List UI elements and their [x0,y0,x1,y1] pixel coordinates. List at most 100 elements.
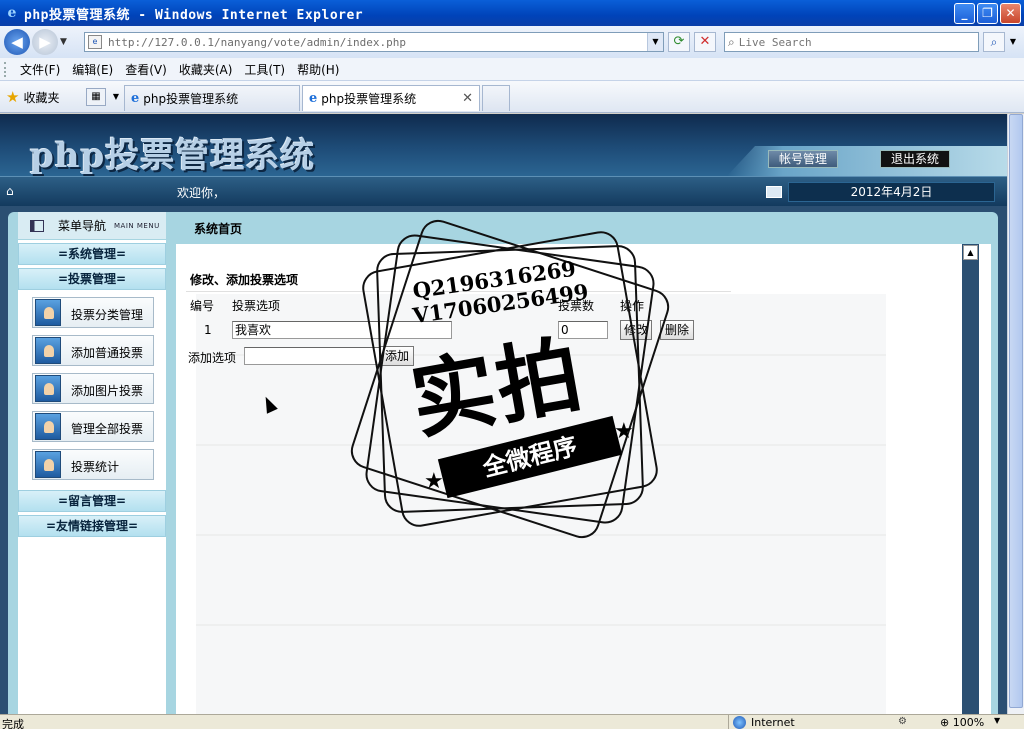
menu-edit[interactable]: 编辑(E) [72,61,113,78]
computer-icon [766,186,782,198]
scroll-up-icon[interactable]: ▲ [963,245,978,260]
close-tab-icon[interactable]: ✕ [462,91,473,106]
close-button[interactable]: ✕ [1000,3,1021,24]
vote-options-form: 修改、添加投票选项 编号 投票选项 投票数 操作 1 我喜欢 0 修改 删除 添… [186,268,731,370]
user-icon [35,375,61,402]
add-option-row: 添加选项 添加 [186,344,731,370]
sidebar-group-system[interactable]: =系统管理= [18,243,166,265]
option-input[interactable]: 我喜欢 [232,321,452,339]
favorites-label: 收藏夹 [23,90,60,105]
logout-button[interactable]: 退出系统 [880,150,950,168]
address-toolbar: ◀ ▶ ▼ e http://127.0.0.1/nanyang/vote/ad… [0,26,1024,58]
page-scrollbar[interactable] [1007,114,1024,714]
sidebar-group-messages[interactable]: =留言管理= [18,490,166,512]
delete-button[interactable]: 删除 [660,320,694,340]
menu-file[interactable]: 文件(F) [20,61,60,78]
welcome-bar: ⌂ 欢迎你， 2012年4月2日 [0,176,1007,206]
back-button[interactable]: ◀ [4,29,30,55]
toolbar-grip [4,61,8,77]
protected-mode-icon[interactable]: ⚙ [898,716,907,727]
address-url[interactable]: http://127.0.0.1/nanyang/vote/admin/inde… [108,36,406,49]
status-bar: 完成 Internet ⚙ ⊕ 100% ▼ [0,714,1024,729]
tab-list-dropdown-icon[interactable]: ▼ [110,88,122,106]
search-button[interactable]: ⌕ [983,32,1005,52]
tab-1-label: php投票管理系统 [143,92,239,106]
sidebar-item-add-vote[interactable]: 添加普通投票 [32,335,154,366]
app-header: php投票管理系统 帐号管理 退出系统 [0,114,1007,176]
sidebar-title: 菜单导航 [58,219,107,233]
sidebar-item-label: 投票分类管理 [71,308,144,322]
history-dropdown-icon[interactable]: ▼ [60,37,72,47]
user-icon [35,337,61,364]
favorites-button[interactable]: ★ 收藏夹 [6,88,59,106]
column-action: 操作 [620,299,645,313]
user-icon [35,299,61,326]
add-option-label: 添加选项 [188,351,237,365]
inner-scrollbar[interactable]: ▲ [962,244,979,714]
scrollbar-thumb[interactable] [1009,114,1023,708]
minimize-button[interactable]: _ [954,3,975,24]
sidebar-item-vote-stats[interactable]: 投票统计 [32,449,154,480]
zoom-level[interactable]: ⊕ 100% [940,716,984,729]
sidebar-item-label: 添加普通投票 [71,346,144,360]
forward-button[interactable]: ▶ [32,29,58,55]
search-input[interactable] [738,35,959,49]
zoom-value: 100% [952,716,985,729]
table-header-row: 编号 投票选项 投票数 操作 [186,292,731,318]
favorites-star-icon: ★ [6,88,20,106]
user-icon [35,451,61,478]
row-id: 1 [204,323,212,337]
home-icon[interactable]: ⌂ [6,185,20,197]
main-content: 系统首页 ▲ 修改、添加投票选项 编号 投票选项 投票数 操作 1 我喜欢 0 … [176,212,998,714]
window-title: php投票管理系统 - Windows Internet Explorer [24,7,364,23]
address-field[interactable]: e http://127.0.0.1/nanyang/vote/admin/in… [84,32,664,52]
form-heading: 修改、添加投票选项 [186,268,731,292]
add-option-input[interactable] [244,347,380,365]
column-id: 编号 [190,299,215,313]
sidebar-item-add-image-vote[interactable]: 添加图片投票 [32,373,154,404]
menu-favorites[interactable]: 收藏夹(A) [179,61,233,78]
security-zone[interactable]: Internet [728,715,893,729]
account-management-button[interactable]: 帐号管理 [768,150,838,168]
menu-icon [30,219,44,232]
tab-2-active[interactable]: e php投票管理系统 ✕ [302,85,480,111]
new-tab-button[interactable] [482,85,510,111]
tab-bar: ★ 收藏夹 ▦ ▼ e php投票管理系统 e php投票管理系统 ✕ [0,81,1024,113]
content-frame: 菜单导航 MAIN MENU =系统管理= =投票管理= 投票分类管理 添加普通… [0,206,1007,714]
refresh-button[interactable]: ⟳ [668,32,690,52]
search-options-dropdown-icon[interactable]: ▼ [1006,32,1020,52]
menu-help[interactable]: 帮助(H) [297,61,339,78]
votes-input[interactable]: 0 [558,321,608,339]
welcome-text: 欢迎你， [177,186,226,200]
maximize-button[interactable]: ❐ [977,3,998,24]
sidebar-item-vote-category[interactable]: 投票分类管理 [32,297,154,328]
sidebar-group-links[interactable]: =友情链接管理= [18,515,166,537]
menu-view[interactable]: 查看(V) [125,61,167,78]
sidebar-subtitle: MAIN MENU [114,221,160,230]
address-dropdown-icon[interactable]: ▼ [647,33,663,51]
ie-page-icon: e [131,91,140,106]
current-date: 2012年4月2日 [788,182,995,202]
add-button[interactable]: 添加 [380,346,414,366]
quick-tabs-icon[interactable]: ▦ [86,88,106,106]
page-icon: e [88,35,102,49]
search-box[interactable]: ⌕ [724,32,979,52]
app-logo: php投票管理系统 [30,136,316,176]
sidebar-group-vote[interactable]: =投票管理= [18,268,166,290]
edit-button[interactable]: 修改 [620,320,652,340]
user-icon [35,413,61,440]
stop-button[interactable]: ✕ [694,32,716,52]
column-option: 投票选项 [232,299,281,313]
sidebar-header: 菜单导航 MAIN MENU [18,212,166,240]
status-text: 完成 [2,718,24,729]
search-provider-icon: ⌕ [728,34,735,49]
menu-tools[interactable]: 工具(T) [244,61,285,78]
zoom-dropdown-icon[interactable]: ▼ [994,716,1000,725]
sidebar-item-label: 投票统计 [71,460,120,474]
column-votes: 投票数 [558,299,595,313]
sidebar-item-manage-votes[interactable]: 管理全部投票 [32,411,154,442]
menu-bar: 文件(F) 编辑(E) 查看(V) 收藏夹(A) 工具(T) 帮助(H) [0,58,1024,81]
globe-icon [733,716,746,729]
tab-1[interactable]: e php投票管理系统 [124,85,300,111]
content-panel: ▲ 修改、添加投票选项 编号 投票选项 投票数 操作 1 我喜欢 0 修改 删除… [176,244,991,714]
